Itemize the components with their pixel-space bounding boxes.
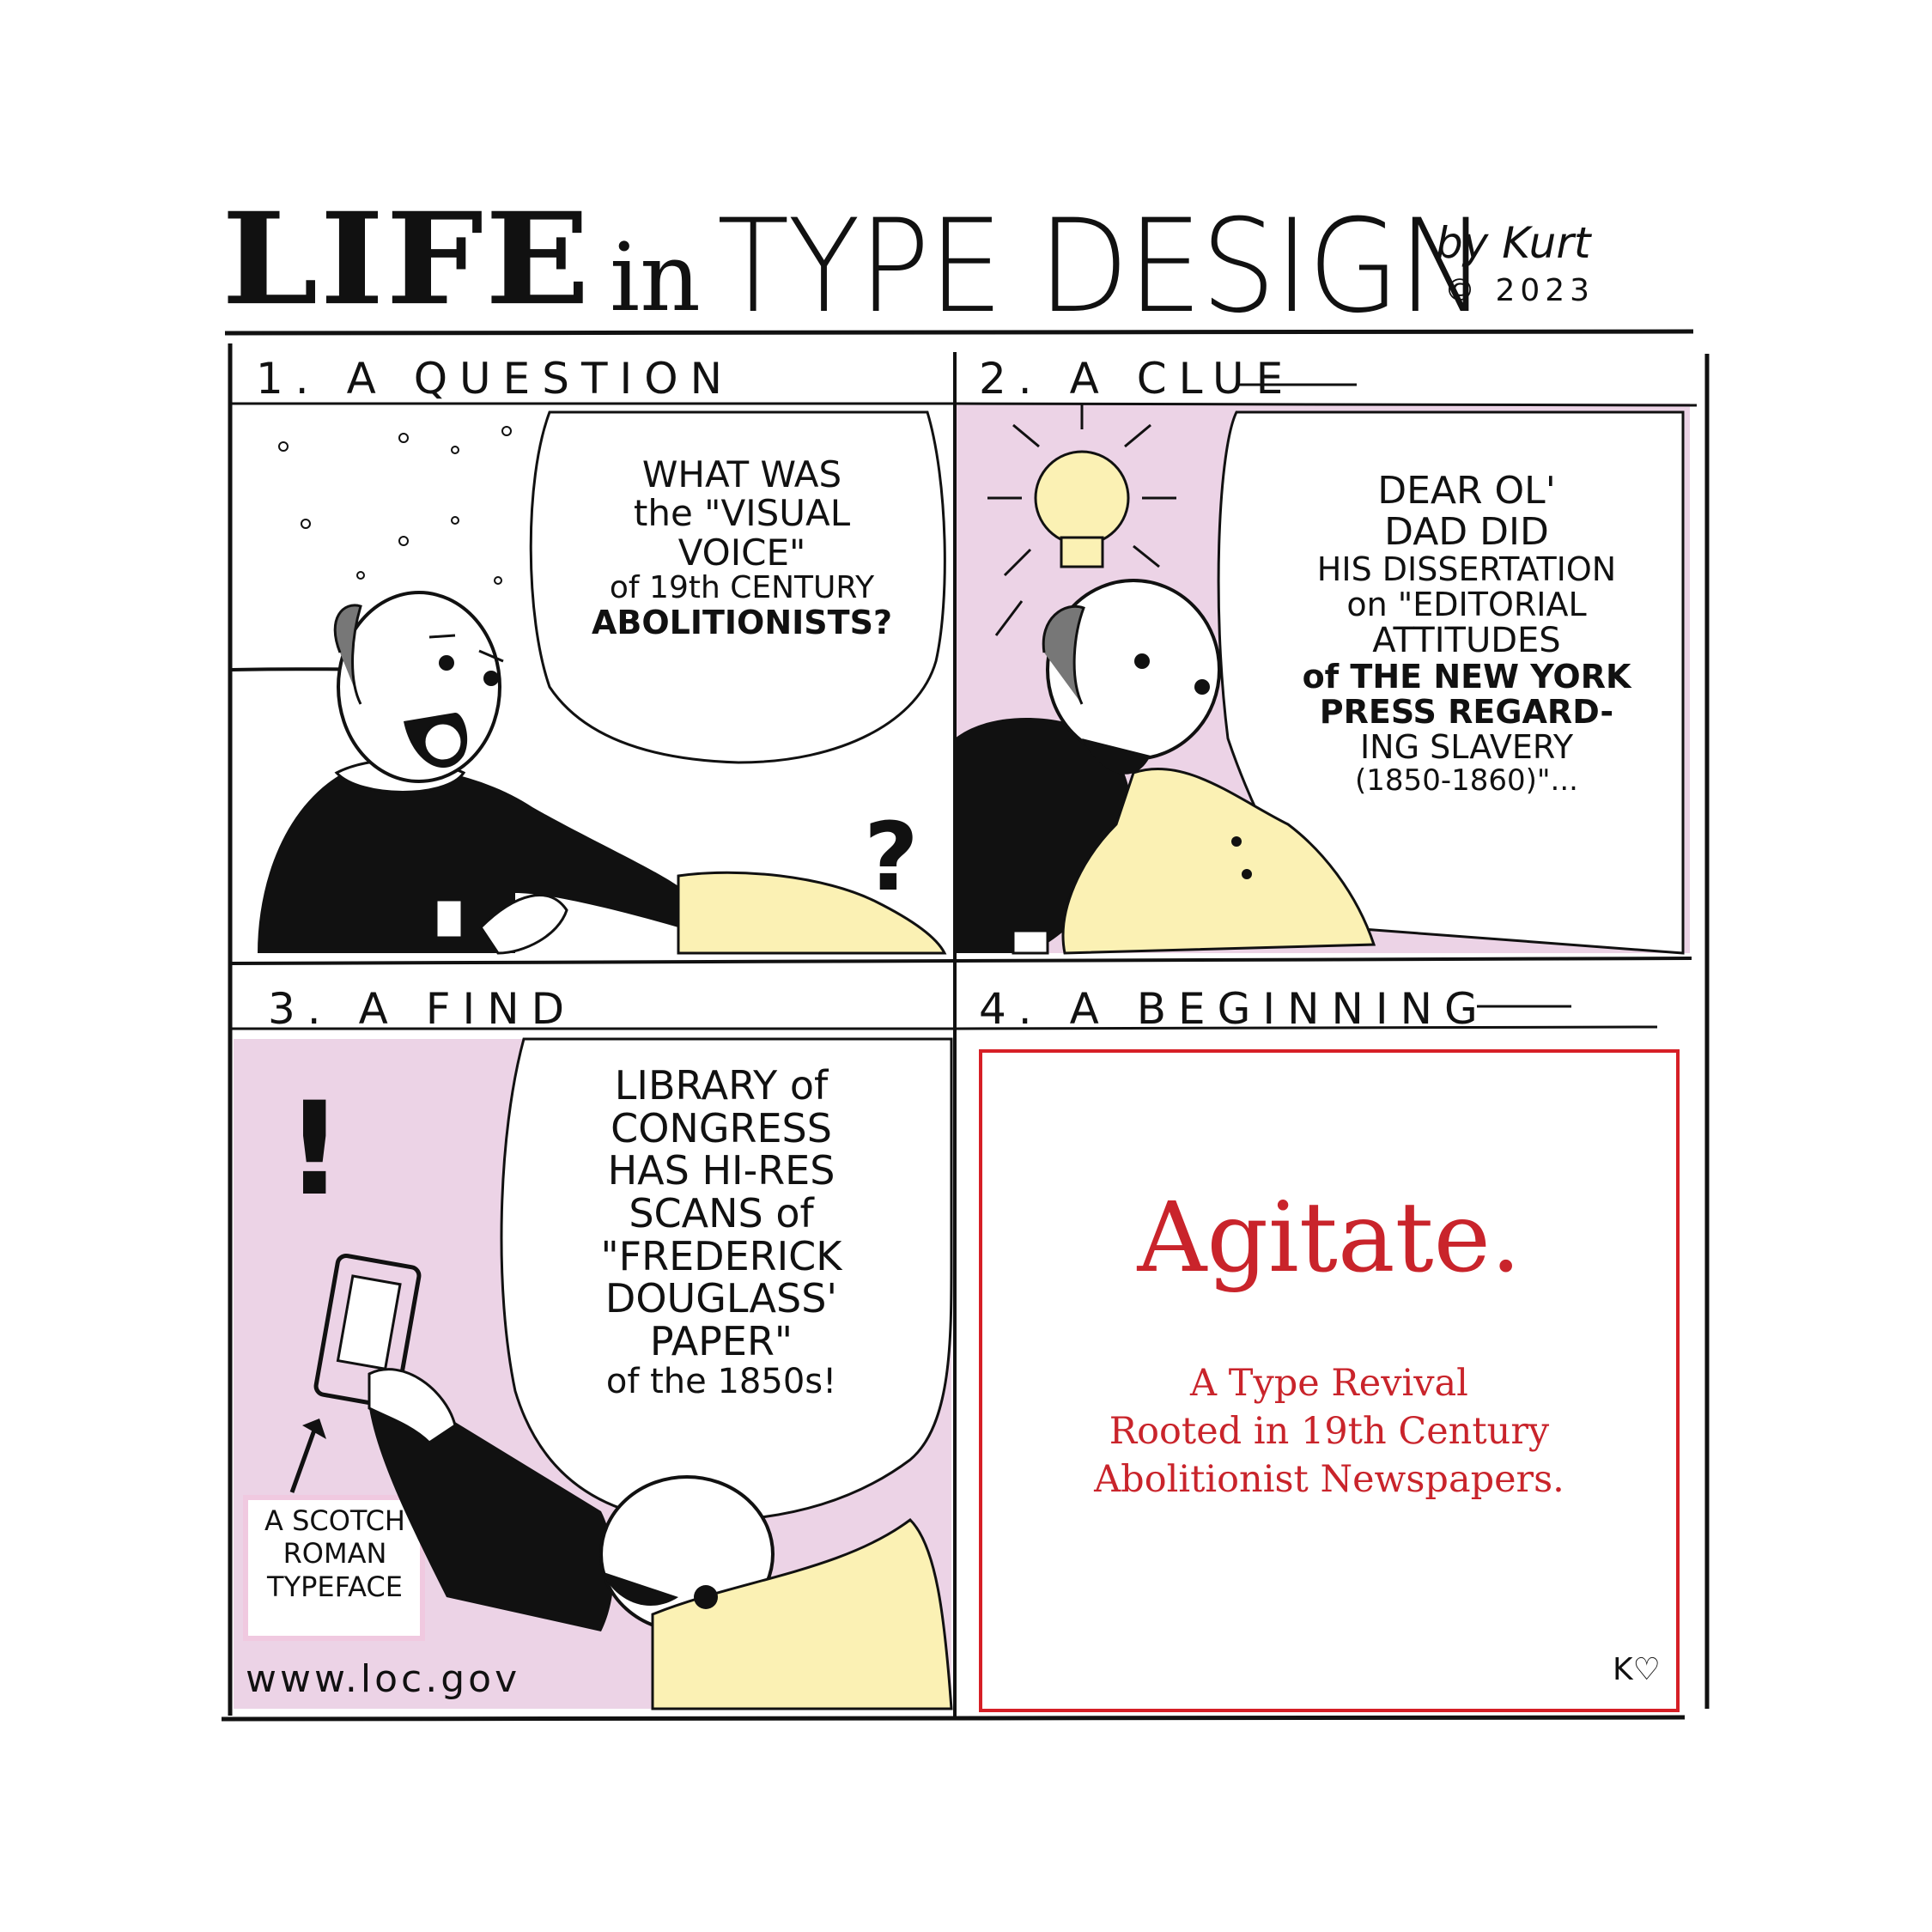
panel-2-speech: DEAR OL' DAD DID HIS DISSERTATION on "ED… [1243,471,1690,797]
speech-line: of the 1850s! [605,1361,837,1401]
caption-line: ROMAN [283,1537,387,1571]
speech-line: DOUGLASS' [605,1275,838,1322]
panel-3-caption: A SCOTCH ROMAN TYPEFACE [249,1504,421,1603]
copyright: © 2023 [1444,273,1595,308]
panel-1-speech: WHAT WAS the "VISUAL VOICE" of 19th CENT… [553,455,931,641]
speech-line: ING SLAVERY [1359,728,1574,767]
speech-line: CONGRESS [611,1104,832,1151]
caption-line: A SCOTCH [264,1504,405,1537]
speech-line: PRESS REGARD- [1319,693,1614,732]
speech-line: DAD DID [1384,509,1549,554]
speech-line: LIBRARY of [614,1062,829,1109]
agitate-tagline: A Type Revival Rooted in 19th Century Ab… [979,1360,1680,1504]
tagline-line: Abolitionist Newspapers. [1094,1457,1564,1501]
speech-line: PAPER" [649,1318,793,1365]
speech-line: DEAR OL' [1377,469,1556,513]
panel-2-label: 2. A CLUE [979,354,1296,404]
title-type-design: TYPE DESIGN [717,192,1486,342]
grid-middle [229,957,1692,965]
speech-line: HAS HI-RES [607,1147,835,1194]
panel-1-question-mark: ? [864,802,919,912]
title-in: in [610,222,702,332]
panel-3-label: 3. A FIND [268,984,577,1034]
speech-line: HIS DISSERTATION [1316,550,1617,589]
title-life: LIFE [222,185,592,334]
speech-line: SCANS of [629,1190,814,1237]
panel-4-label: 4. A BEGINNING [979,984,1490,1034]
artist-signature: K♡ [1613,1652,1661,1687]
speech-line: "FREDERICK [600,1232,842,1279]
speech-line: ABOLITIONISTS? [591,603,893,641]
tagline-line: Rooted in 19th Century [1109,1409,1550,1453]
agitate-headline: Agitate. [1137,1182,1522,1294]
panel-1-label: 1. A QUESTION [256,354,735,404]
speech-line: ATTITUDES [1372,621,1561,661]
speech-line: the "VISUAL [633,492,851,535]
speech-line: (1850-1860)"... [1355,763,1578,799]
speech-line: on "EDITORIAL [1346,586,1587,624]
speech-line: VOICE" [677,531,806,574]
tagline-line: A Type Revival [1190,1362,1468,1405]
panel-3-exclamation-mark: ! [285,1075,343,1224]
byline: by Kurt [1436,218,1591,268]
url-text: www.loc.gov [246,1657,521,1701]
speech-line: of 19th CENTURY [609,570,875,606]
caption-line: TYPEFACE [267,1570,403,1603]
panel-3-speech: LIBRARY of CONGRESS HAS HI-RES SCANS of … [524,1062,919,1401]
speech-line: of THE NEW YORK [1302,658,1631,696]
comic-strip: ? ! LIFE in TYPE DESIGN by Kurt © 2023 1… [0,0,1932,1932]
speech-line: WHAT WAS [641,453,842,495]
grid-bottom [221,1715,1686,1722]
